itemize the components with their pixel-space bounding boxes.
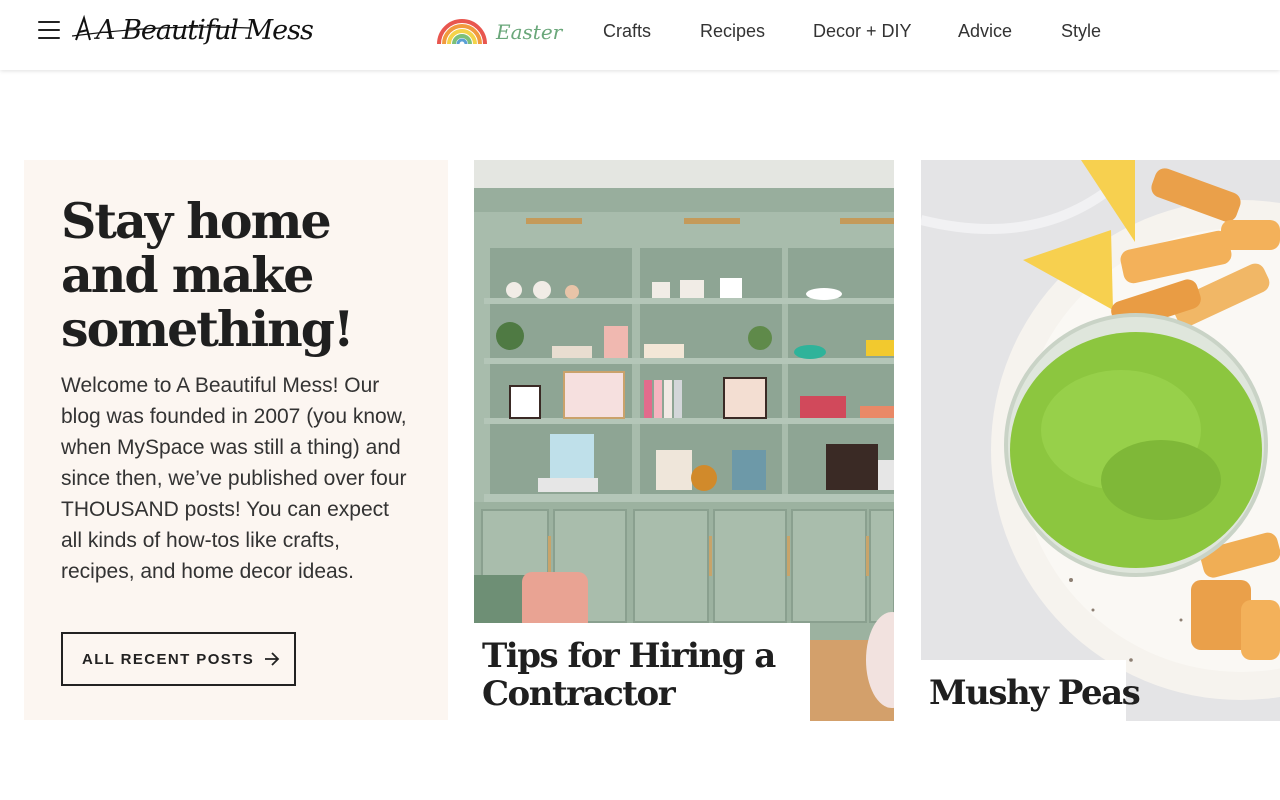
- post-card-contractor[interactable]: Tips for Hiring a Contractor: [474, 160, 894, 721]
- post-title[interactable]: Mushy Peas: [929, 674, 1141, 712]
- post-title[interactable]: Tips for Hiring a Contractor: [482, 637, 802, 713]
- all-recent-posts-button[interactable]: ALL RECENT POSTS: [61, 632, 296, 686]
- nav-advice[interactable]: Advice: [958, 21, 1012, 42]
- nav-decor-diy[interactable]: Decor + DIY: [813, 21, 912, 42]
- rainbow-icon[interactable]: [436, 17, 488, 45]
- post-image-mushy-peas: [921, 160, 1280, 721]
- nav-crafts[interactable]: Crafts: [603, 21, 651, 42]
- post-card-mushy-peas[interactable]: Mushy Peas: [921, 160, 1280, 721]
- menu-icon[interactable]: [38, 21, 60, 41]
- cta-label: ALL RECENT POSTS: [82, 650, 255, 668]
- easter-link[interactable]: Easter: [496, 20, 562, 44]
- site-header: A Beautiful Mess Easter Crafts Recipes D…: [0, 0, 1280, 70]
- post-title-box: Mushy Peas: [921, 660, 1141, 721]
- post-title-box: Tips for Hiring a Contractor: [474, 623, 810, 721]
- site-logo[interactable]: A Beautiful Mess: [72, 10, 314, 56]
- intro-heading: Stay home and make something!: [61, 192, 355, 358]
- arrow-right-icon: [265, 652, 280, 666]
- logo-text: A Beautiful Mess: [96, 15, 314, 46]
- intro-card: Stay home and make something! Welcome to…: [24, 160, 448, 720]
- nav-recipes[interactable]: Recipes: [700, 21, 765, 42]
- nav-style[interactable]: Style: [1061, 21, 1101, 42]
- intro-text: Welcome to A Beautiful Mess! Our blog wa…: [61, 374, 407, 583]
